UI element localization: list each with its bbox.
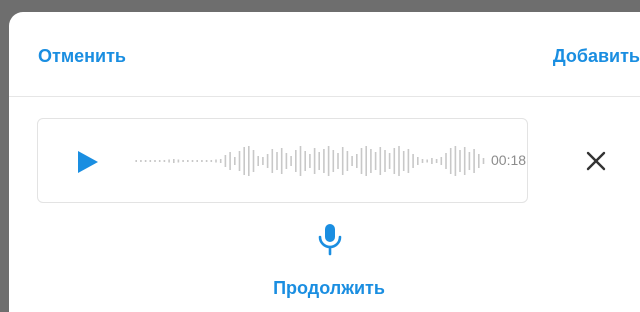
waveform-bar [149, 160, 152, 162]
add-button[interactable]: Добавить [553, 46, 640, 67]
microphone-icon[interactable] [315, 222, 345, 258]
waveform-bar [332, 150, 335, 172]
waveform-bar [309, 154, 311, 168]
waveform-bar [187, 160, 189, 162]
waveform-bar [271, 149, 274, 173]
waveform-bar [248, 146, 250, 176]
waveform-bar [168, 159, 170, 163]
waveform-bar [295, 150, 297, 172]
waveform-bar [482, 158, 485, 164]
waveform-bar [154, 160, 156, 162]
waveform-bar [182, 160, 184, 162]
close-icon[interactable] [583, 148, 609, 174]
waveform-bar [360, 148, 363, 174]
voice-message-sheet: Отменить Добавить 00:18 Продолжить [9, 12, 640, 312]
waveform-bar [219, 159, 222, 163]
continue-recording-button[interactable]: Продолжить [9, 278, 640, 299]
waveform-bar [318, 152, 320, 170]
waveform-bar [135, 160, 137, 162]
waveform-bar [440, 157, 443, 165]
waveform-bar [323, 149, 325, 173]
waveform-bar [290, 156, 292, 166]
waveform-bar [215, 159, 217, 163]
waveform-bar [224, 155, 227, 167]
waveform-bar [280, 148, 283, 174]
waveform-bar [205, 160, 208, 162]
waveform-bar [313, 148, 316, 174]
waveform-bar [276, 152, 278, 170]
waveform-bar [346, 151, 349, 171]
waveform-bar [173, 159, 175, 163]
waveform-bar [412, 154, 414, 168]
waveform-bar [454, 146, 457, 176]
waveform-bar [473, 149, 475, 173]
play-icon[interactable] [76, 149, 102, 175]
waveform-bar [262, 157, 264, 165]
waveform-bar [243, 147, 245, 175]
waveform-bar [384, 150, 386, 172]
waveform-bar [398, 146, 400, 176]
waveform-bar [478, 154, 480, 168]
waveform-bar [210, 160, 213, 162]
waveform-bar [417, 157, 419, 165]
waveform-bar [285, 153, 288, 169]
waveform-bar [252, 150, 255, 172]
waveform-bar [431, 158, 433, 164]
waveform-bar [356, 154, 358, 168]
waveform-bar [463, 147, 466, 175]
cancel-button[interactable]: Отменить [38, 46, 126, 67]
waveform-bar [459, 150, 461, 172]
waveform-bar [365, 146, 367, 176]
waveform-bar [196, 160, 198, 162]
waveform-bar [388, 153, 391, 169]
waveform-bar [229, 152, 231, 170]
waveform-bar [449, 148, 452, 174]
sheet-header: Отменить Добавить [9, 12, 640, 97]
waveform-bar [402, 151, 405, 171]
waveform-bar [351, 156, 353, 166]
waveform-bar [304, 151, 306, 171]
voice-player: 00:18 [37, 118, 528, 203]
waveform-bar [158, 160, 161, 162]
waveform-bar [468, 152, 471, 170]
waveform-bar [327, 146, 330, 176]
waveform-bar [435, 159, 438, 163]
waveform-bar [426, 159, 428, 163]
waveform-bar [144, 160, 147, 162]
waveform-bar [379, 147, 382, 175]
waveform-bar [393, 148, 396, 174]
waveform-bar [337, 153, 339, 169]
waveform-bar [374, 152, 377, 170]
waveform-bar [201, 160, 203, 162]
waveform-bar [341, 147, 344, 175]
waveform-bar [445, 153, 447, 169]
waveform-bar [177, 159, 180, 163]
waveform-bar [140, 160, 142, 162]
waveform-bar [421, 159, 424, 163]
waveform-bar [407, 149, 410, 173]
waveform-bar [370, 149, 372, 173]
waveform-bar [257, 156, 259, 166]
waveform-bar [266, 154, 269, 168]
duration-label: 00:18 [491, 152, 527, 168]
waveform-bar [234, 157, 236, 165]
waveform-bar [163, 160, 166, 162]
waveform-bar [299, 146, 302, 176]
waveform[interactable] [134, 135, 486, 187]
waveform-bar [238, 151, 241, 171]
waveform-bar [191, 160, 194, 162]
